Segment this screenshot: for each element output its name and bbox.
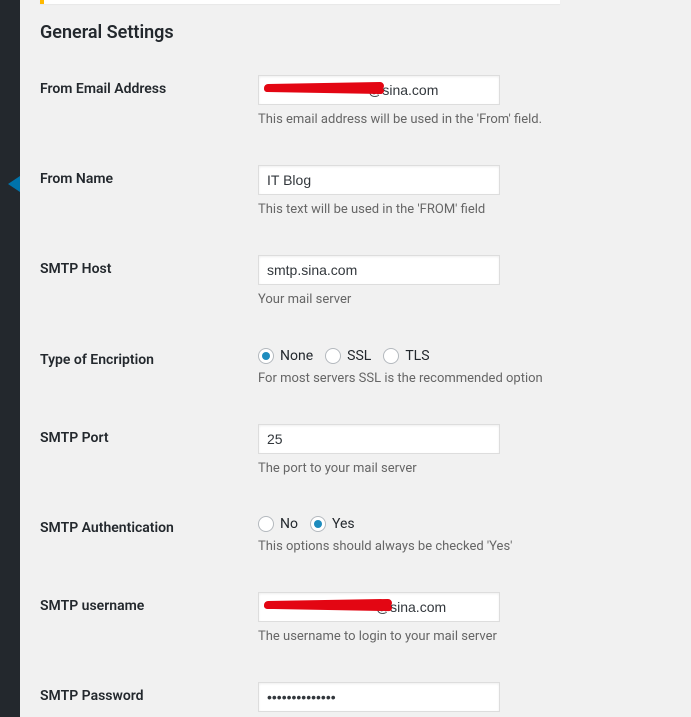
smtp-port-description: The port to your mail server — [258, 460, 671, 478]
smtp-auth-option-no[interactable]: No — [258, 516, 298, 532]
from-name-description: This text will be used in the 'FROM' fie… — [258, 201, 671, 219]
smtp-auth-radio-no[interactable] — [258, 516, 274, 532]
encryption-label: Type of Encription — [40, 342, 258, 420]
smtp-auth-radio-yes[interactable] — [310, 516, 326, 532]
from-email-label: From Email Address — [40, 71, 258, 161]
smtp-host-input[interactable] — [258, 255, 500, 285]
encryption-radio-ssl[interactable] — [325, 348, 341, 364]
section-title: General Settings — [40, 22, 671, 43]
encryption-radio-tls[interactable] — [383, 348, 399, 364]
encryption-option-none[interactable]: None — [258, 348, 313, 364]
encryption-radio-group: None SSL TLS — [258, 346, 671, 364]
settings-content: General Settings From Email Address This… — [20, 0, 691, 717]
encryption-option-tls-label: TLS — [405, 348, 429, 364]
admin-sidebar — [0, 0, 20, 717]
smtp-auth-radio-group: No Yes — [258, 514, 671, 532]
settings-form-table: From Email Address This email address wi… — [40, 71, 671, 717]
smtp-username-description: The username to login to your mail serve… — [258, 628, 671, 646]
encryption-option-ssl[interactable]: SSL — [325, 348, 371, 364]
smtp-auth-label: SMTP Authentication — [40, 510, 258, 588]
smtp-auth-description: This options should always be checked 'Y… — [258, 538, 671, 556]
smtp-port-input[interactable] — [258, 424, 500, 454]
from-name-input[interactable] — [258, 165, 500, 195]
smtp-username-input[interactable] — [258, 592, 500, 622]
admin-notice-bar — [40, 0, 560, 4]
encryption-option-ssl-label: SSL — [347, 348, 371, 364]
smtp-host-description: Your mail server — [258, 291, 671, 309]
smtp-auth-option-no-label: No — [280, 516, 298, 532]
smtp-port-label: SMTP Port — [40, 420, 258, 510]
smtp-auth-option-yes-label: Yes — [332, 516, 355, 532]
sidebar-current-indicator — [8, 176, 20, 192]
encryption-radio-none[interactable] — [258, 348, 274, 364]
encryption-description: For most servers SSL is the recommended … — [258, 370, 671, 388]
smtp-password-label: SMTP Password — [40, 678, 258, 717]
smtp-password-input[interactable] — [258, 682, 500, 712]
smtp-auth-option-yes[interactable]: Yes — [310, 516, 355, 532]
smtp-username-label: SMTP username — [40, 588, 258, 678]
encryption-option-none-label: None — [280, 348, 313, 364]
from-email-description: This email address will be used in the '… — [258, 111, 671, 129]
from-name-label: From Name — [40, 161, 258, 251]
encryption-option-tls[interactable]: TLS — [383, 348, 429, 364]
smtp-host-label: SMTP Host — [40, 251, 258, 341]
from-email-input[interactable] — [258, 75, 500, 105]
